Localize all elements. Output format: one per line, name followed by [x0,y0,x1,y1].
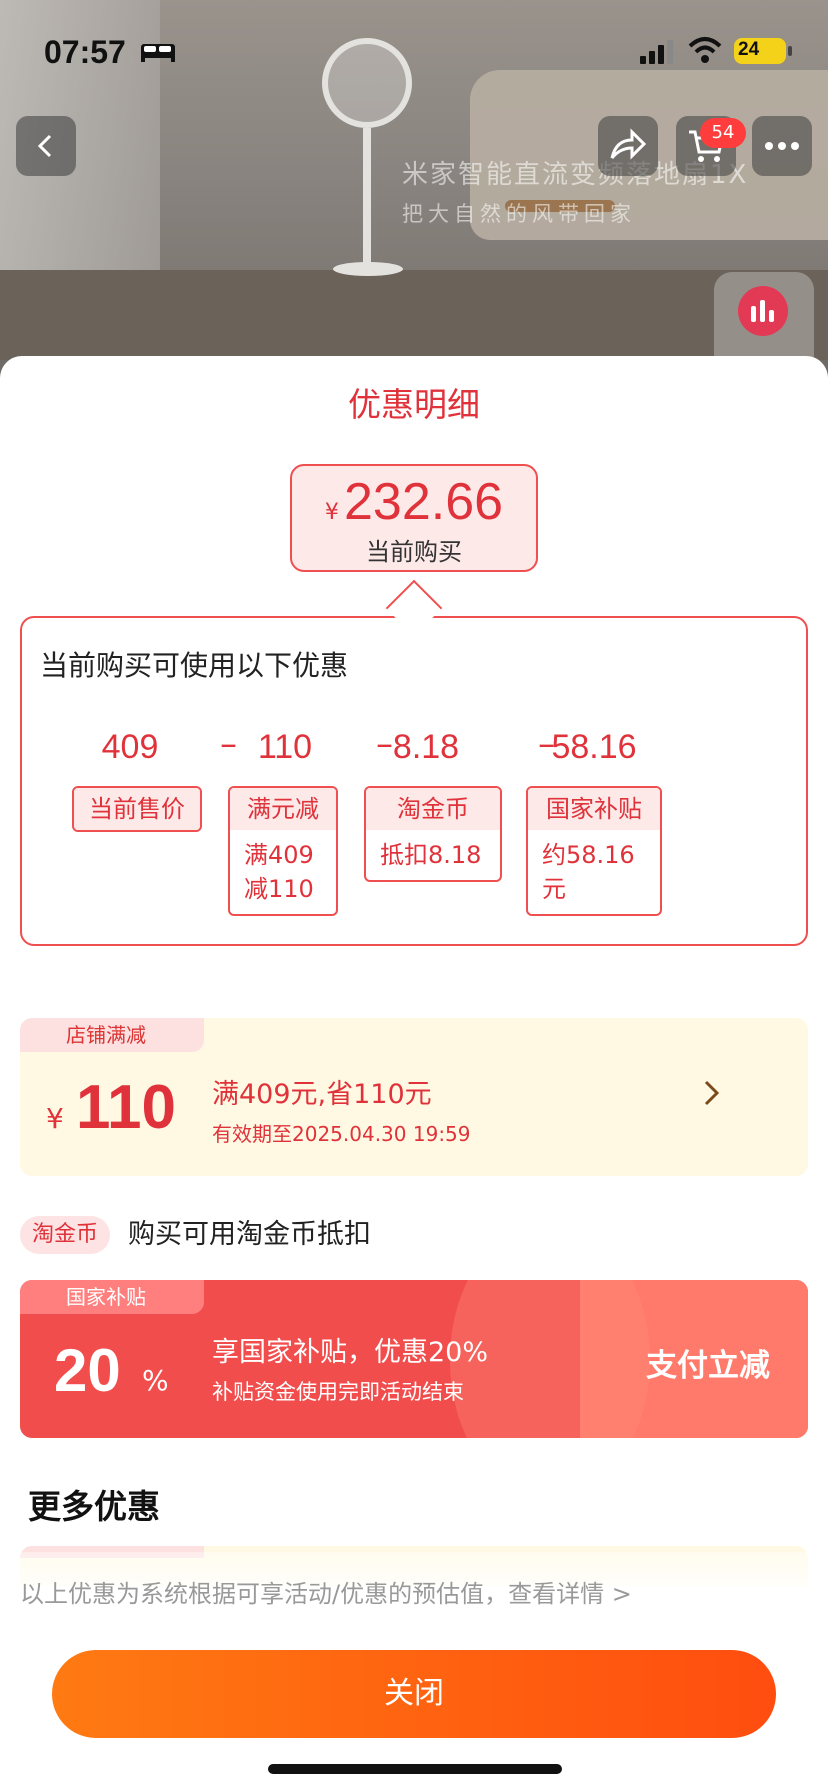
subsidy-headline: 享国家补贴，优惠20% [212,1337,489,1368]
floating-chart-button[interactable] [714,272,814,362]
breakdown-heading: 当前购买可使用以下优惠 [40,649,349,682]
back-button[interactable] [16,116,76,176]
tag-current-price: 当前售价 [72,786,202,832]
subsidy-note: 补贴资金使用完即活动结束 [212,1380,464,1404]
coin-description: 购买可用淘金币抵扣 [128,1219,371,1250]
store-coupon-condition: 满409元,省110元 [212,1079,432,1110]
tag-coin-label: 淘金币 [366,788,500,830]
store-coupon-card[interactable]: 店铺满减 ¥ 110 满409元,省110元 有效期至2025.04.30 19… [20,1018,808,1176]
tag-coin: 淘金币 抵扣8.18 [364,786,502,882]
cellular-signal-icon [640,40,673,64]
subsidy-tag: 国家补贴 [20,1280,204,1314]
home-indicator [268,1764,562,1774]
share-icon [610,128,647,160]
breakdown-value-subsidy: 58.16 [551,728,637,766]
store-coupon-amount: 110 [76,1073,177,1142]
battery-tip [788,46,792,56]
chevron-left-icon [37,134,52,158]
breakdown-value-coin: 8.18 [392,728,460,766]
bar-chart-icon [738,286,788,336]
share-button[interactable] [598,116,658,176]
close-button[interactable]: 关闭 [52,1650,776,1738]
store-coupon-validity: 有效期至2025.04.30 19:59 [212,1122,471,1146]
battery-level: 24 [738,39,760,60]
discount-breakdown: 当前购买可使用以下优惠 409 – 110 – 8.18 – 58.16 当前售… [20,616,808,946]
store-coupon-currency: ¥ [46,1102,64,1135]
sleep-bed-icon [141,44,175,62]
breakdown-value-store-discount: 110 [257,728,313,766]
tag-store-discount: 满元减 满409减110 [228,786,338,916]
national-subsidy-card[interactable]: 国家补贴 20 % 享国家补贴，优惠20% 补贴资金使用完即活动结束 支付立减 [20,1280,808,1438]
product-banner-subtitle: 把大自然的风带回家 [402,202,636,226]
cart-count-badge: 54 [700,118,746,148]
status-time: 07:57 [44,34,126,70]
current-price-label: 当前购买 [366,538,462,566]
current-price-box: ¥ 232.66 当前购买 [290,464,538,572]
status-bar: 07:57 24 [0,0,828,100]
more-offers-heading: 更多优惠 [28,1487,160,1526]
breakdown-value-price: 409 [101,728,159,766]
tag-store-discount-detail: 满409减110 [244,841,314,903]
tag-current-price-label: 当前售价 [74,788,200,830]
store-coupon-tag: 店铺满减 [20,1018,204,1052]
subsidy-action-label: 支付立减 [646,1348,770,1384]
disclaimer-link[interactable]: 以上优惠为系统根据可享活动/优惠的预估值，查看详情 > [20,1574,632,1609]
subsidy-percent-sign: % [142,1364,169,1397]
tag-subsidy: 国家补贴 约58.16元 [526,786,662,916]
chevron-right-icon[interactable] [696,1078,726,1108]
wifi-icon [688,37,722,63]
price-currency: ¥ [324,500,339,525]
more-button[interactable] [752,116,812,176]
more-dots-icon [765,142,799,150]
discount-detail-sheet: 优惠明细 ¥ 232.66 当前购买 当前购买可使用以下优惠 409 – 110… [0,356,828,1792]
tag-store-discount-label: 满元减 [230,788,336,830]
battery-indicator: 24 [734,38,786,64]
subsidy-percent: 20 [54,1337,121,1404]
current-price: 232.66 [344,473,504,531]
tag-subsidy-label: 国家补贴 [528,788,660,830]
coin-badge: 淘金币 [20,1216,111,1254]
tag-subsidy-detail: 约58.16元 [542,841,635,903]
tag-coin-detail: 抵扣8.18 [380,841,482,869]
sheet-title: 优惠明细 [348,385,480,424]
